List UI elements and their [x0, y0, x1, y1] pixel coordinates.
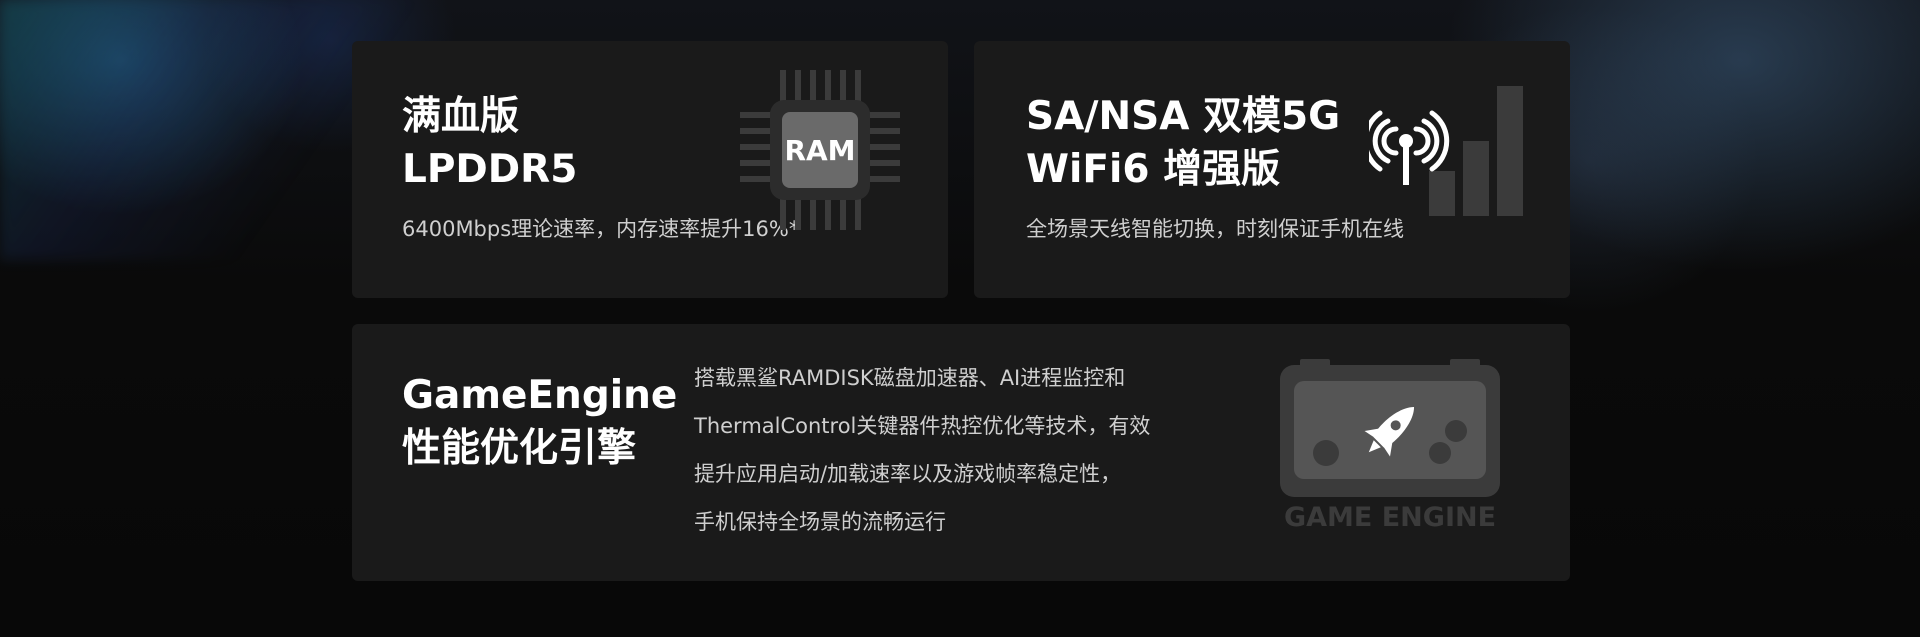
card-title-line1: GameEngine [402, 373, 678, 418]
card-title-line1: SA/NSA 双模5G [1026, 94, 1341, 139]
feature-card-5g: SA/NSA 双模5G WiFi6 增强版 全场景天线智能切换，时刻保证手机在线 [974, 41, 1570, 298]
signal-antenna-icon [1369, 86, 1523, 216]
description-line: 提升应用启动/加载速率以及游戏帧率稳定性， [694, 462, 1122, 486]
description-line: 搭载黑鲨RAMDISK磁盘加速器、AI进程监控和 [694, 366, 1126, 390]
card-description: 搭载黑鲨RAMDISK磁盘加速器、AI进程监控和 ThermalControl关… [694, 354, 1150, 546]
card-title-line2: LPDDR5 [402, 147, 578, 192]
game-engine-logo-text: GAME ENGINE [1283, 502, 1497, 533]
description-line: 手机保持全场景的流畅运行 [694, 510, 946, 534]
description-line: ThermalControl关键器件热控优化等技术，有效 [694, 414, 1151, 438]
ram-chip-icon: RAM [740, 70, 900, 230]
card-title-line2: WiFi6 增强版 [1026, 147, 1281, 192]
ram-chip-label: RAM [782, 112, 858, 188]
feature-card-gameengine: GameEngine 性能优化引擎 搭载黑鲨RAMDISK磁盘加速器、AI进程监… [352, 324, 1570, 581]
feature-card-ram: 满血版 LPDDR5 6400Mbps理论速率，内存速率提升16%* RAM [352, 41, 948, 298]
card-subtitle: 全场景天线智能切换，时刻保证手机在线 [1026, 217, 1404, 241]
card-title-line2: 性能优化引擎 [402, 426, 637, 471]
card-title-line1: 满血版 [402, 94, 520, 139]
